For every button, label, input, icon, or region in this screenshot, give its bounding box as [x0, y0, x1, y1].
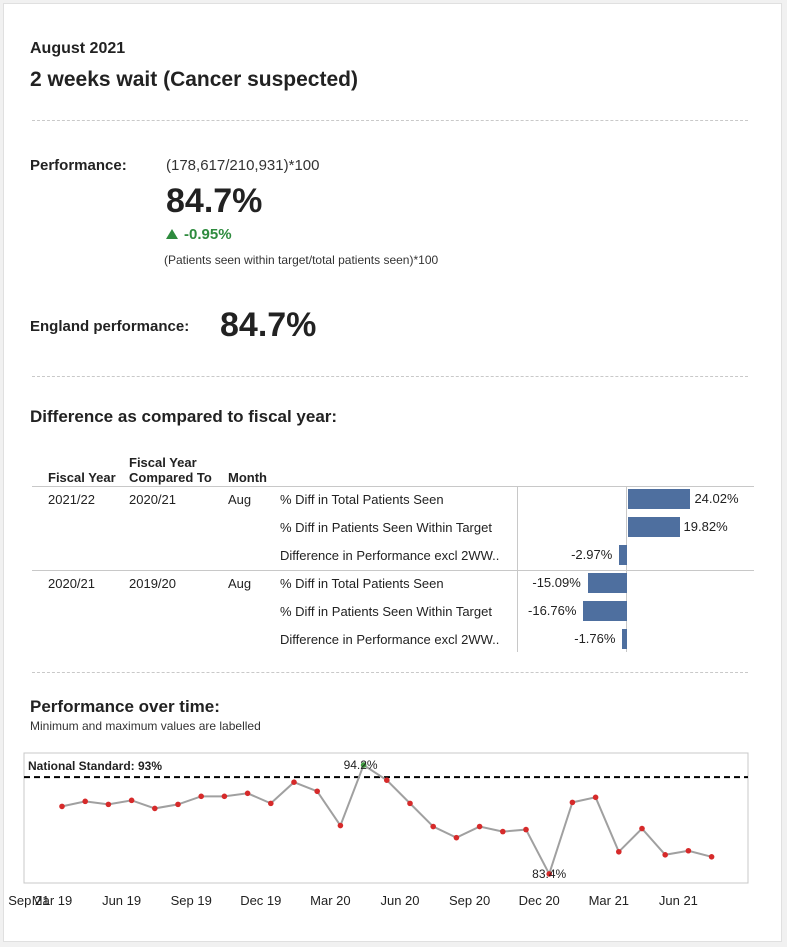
table-row-measure: % Diff in Patients Seen Within Target [280, 604, 492, 619]
national-standard-label: National Standard: 93% [28, 759, 162, 773]
performance-change: -0.95% [166, 226, 232, 243]
x-tick-label: Sep 19 [171, 893, 212, 908]
col-header-compared-line2: Compared To [129, 470, 212, 485]
data-point [128, 797, 135, 804]
data-point [546, 871, 552, 877]
data-point [221, 793, 228, 800]
diff-bar [619, 545, 627, 565]
data-point [337, 822, 344, 829]
diff-bar-label: -15.09% [532, 575, 581, 590]
data-point [407, 800, 413, 807]
time-chart-subtitle: Minimum and maximum values are labelled [30, 719, 261, 733]
diff-bar [628, 517, 680, 537]
divider [32, 672, 748, 673]
x-tick-label: Mar 21 [589, 893, 629, 908]
col-header-month: Month [228, 470, 267, 485]
table-row-measure: Difference in Performance excl 2WW.. [280, 632, 500, 647]
x-tick-label: Jun 20 [380, 893, 419, 908]
report-month: August 2021 [30, 40, 126, 57]
data-point [592, 794, 599, 801]
x-tick-label: Jun 19 [102, 893, 141, 908]
bar-axis-left [517, 486, 518, 652]
table-row-measure: % Diff in Patients Seen Within Target [280, 520, 492, 535]
data-point [476, 823, 483, 830]
data-point [314, 788, 321, 795]
data-point [82, 798, 88, 805]
diff-bar-label: 24.02% [694, 491, 739, 506]
diff-bar-label: -16.76% [528, 603, 577, 618]
data-point [268, 800, 274, 807]
page-title: 2 weeks wait (Cancer suspected) [30, 68, 358, 91]
diff-bar [628, 489, 691, 509]
report-card: August 2021 2 weeks wait (Cancer suspect… [3, 3, 782, 942]
data-point [175, 801, 181, 808]
performance-formula: (178,617/210,931)*100 [166, 157, 320, 174]
plot-frame [23, 752, 749, 884]
x-tick-label: Sep 21 [8, 893, 49, 908]
data-point [430, 823, 437, 830]
data-point [639, 825, 645, 832]
comparison-title: Difference as compared to fiscal year: [30, 407, 338, 426]
data-point [708, 854, 715, 860]
performance-value: 84.7% [166, 182, 263, 220]
data-point [662, 851, 668, 858]
data-point [569, 799, 576, 806]
series-line [61, 763, 712, 877]
up-triangle-icon [166, 229, 178, 239]
data-point [523, 826, 529, 833]
data-point [384, 777, 390, 783]
diff-bar-label: -2.97% [571, 547, 613, 562]
data-point [59, 803, 65, 810]
x-tick-label: Sep 20 [449, 893, 490, 908]
table-cell-fiscal-year: 2020/21 [48, 576, 95, 591]
divider [32, 120, 748, 121]
min-value-label: 83.4% [532, 867, 566, 881]
data-point [500, 828, 506, 835]
data-point [685, 847, 692, 854]
performance-label: Performance: [30, 157, 127, 174]
diff-bar-label: 19.82% [683, 519, 728, 534]
data-point [453, 834, 460, 841]
divider [32, 376, 748, 377]
performance-change-value: -0.95% [184, 226, 232, 243]
data-point [198, 793, 204, 800]
england-performance-value: 84.7% [220, 306, 317, 344]
table-row-measure: Difference in Performance excl 2WW.. [280, 548, 500, 563]
col-header-fiscal-year: Fiscal Year [48, 470, 116, 485]
diff-bar-label: -1.76% [574, 631, 616, 646]
x-tick-label: Dec 19 [240, 893, 281, 908]
bar-zero-line [626, 486, 627, 652]
time-chart-title: Performance over time: [30, 697, 220, 716]
table-cell-fiscal-year: 2021/22 [48, 492, 95, 507]
data-point [244, 790, 251, 797]
table-cell-compared-to: 2020/21 [129, 492, 176, 507]
x-tick-label: Jun 21 [659, 893, 698, 908]
table-group-rule [32, 570, 754, 571]
diff-bar [587, 573, 627, 593]
performance-line-chart: National Standard: 93% Mar 19 Jun 19 Sep 1… [8, 752, 749, 908]
table-row-measure: % Diff in Total Patients Seen [280, 576, 444, 591]
data-point [152, 805, 158, 812]
table-cell-month: Aug [228, 576, 252, 591]
data-point [291, 779, 297, 786]
england-performance-label: England performance: [30, 318, 190, 335]
data-point [105, 801, 112, 808]
x-tick-label: Mar 20 [310, 893, 350, 908]
diff-bar [583, 601, 627, 621]
table-header-rule [32, 486, 754, 487]
x-tick-label: Dec 20 [519, 893, 560, 908]
diff-bar [622, 629, 627, 649]
x-tick-label: Mar 19 [32, 893, 72, 908]
max-value-label: 94.2% [344, 758, 378, 772]
performance-description: (Patients seen within target/total patie… [164, 253, 439, 267]
table-cell-month: Aug [228, 492, 252, 507]
table-cell-compared-to: 2019/20 [129, 576, 176, 591]
data-point [360, 762, 367, 768]
col-header-compared-line1: Fiscal Year [129, 455, 197, 470]
table-row-measure: % Diff in Total Patients Seen [280, 492, 444, 507]
data-point [616, 848, 622, 855]
